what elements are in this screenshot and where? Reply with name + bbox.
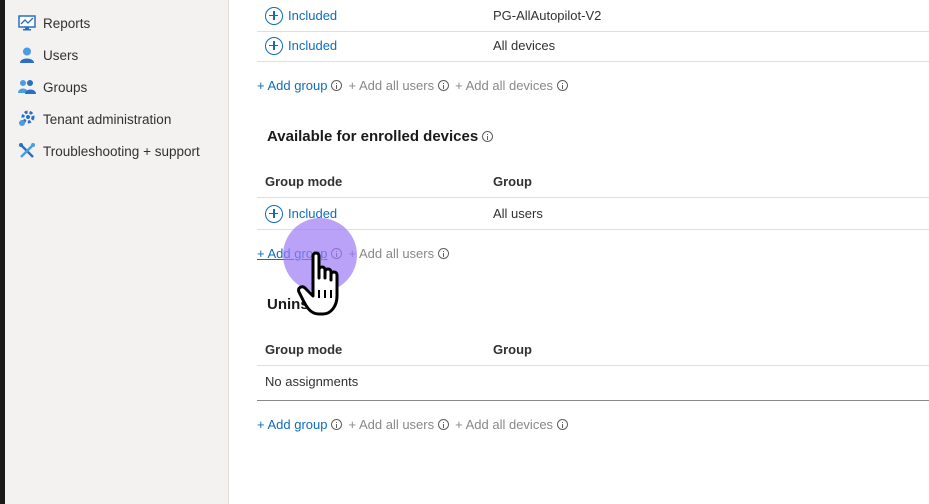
- add-all-devices-button[interactable]: + Add all devices: [455, 417, 569, 432]
- group-name: All users: [493, 206, 543, 221]
- uninstall-section-title: Uninstall: [267, 296, 331, 313]
- group-mode-text: Included: [288, 38, 338, 53]
- reports-icon: [17, 14, 37, 32]
- no-assignments-text: No assignments: [265, 374, 359, 389]
- sidebar-item-tenant-administration[interactable]: Tenant administration: [17, 108, 171, 130]
- info-icon: [438, 248, 450, 259]
- sidebar-item-label: Troubleshooting + support: [43, 143, 200, 159]
- plus-circle-icon: [265, 6, 283, 25]
- add-all-devices-button[interactable]: + Add all devices: [455, 78, 569, 93]
- column-header-group: Group: [493, 174, 532, 189]
- sidebar-item-label: Groups: [43, 79, 88, 95]
- table-row: Included PG-AllAutopilot-V2: [257, 0, 929, 32]
- info-icon: [331, 248, 343, 259]
- groups-icon: [17, 78, 37, 96]
- troubleshooting-icon: [17, 142, 37, 160]
- sidebar-item-users[interactable]: Users: [17, 44, 78, 66]
- info-icon: [557, 419, 569, 430]
- info-icon: [438, 80, 450, 91]
- table-row: Included All devices: [257, 30, 929, 62]
- info-icon: [482, 131, 494, 142]
- available-actions: + Add group + Add all users: [257, 246, 455, 261]
- group-name: PG-AllAutopilot-V2: [493, 8, 602, 23]
- main-content: Included PG-AllAutopilot-V2 Included All…: [230, 0, 929, 504]
- sidebar-item-troubleshooting[interactable]: Troubleshooting + support: [17, 140, 200, 162]
- sidebar-item-label: Reports: [43, 15, 91, 31]
- table-header: Group mode Group: [257, 332, 929, 366]
- info-icon: [438, 419, 450, 430]
- group-mode-text: Included: [288, 206, 338, 221]
- add-all-users-button[interactable]: + Add all users: [348, 417, 450, 432]
- plus-circle-icon: [265, 204, 283, 223]
- add-group-button[interactable]: + Add group: [257, 78, 343, 93]
- group-mode-cell[interactable]: Included: [265, 36, 338, 55]
- group-mode-cell[interactable]: Included: [265, 6, 338, 25]
- table-header: Group mode Group: [257, 164, 929, 198]
- empty-assignments-row: No assignments: [257, 366, 929, 401]
- sidebar-item-reports[interactable]: Reports: [17, 12, 90, 34]
- tenant-admin-icon: [17, 110, 37, 128]
- column-header-group-mode: Group mode: [265, 174, 343, 189]
- group-name: All devices: [493, 38, 556, 53]
- sidebar-item-label: Tenant administration: [43, 111, 172, 127]
- group-mode-text: Included: [288, 8, 338, 23]
- column-header-group: Group: [493, 342, 532, 357]
- table-row: Included All users: [257, 198, 929, 230]
- group-mode-cell[interactable]: Included: [265, 204, 338, 223]
- available-section-title: Available for enrolled devices: [267, 128, 494, 145]
- column-header-group-mode: Group mode: [265, 342, 343, 357]
- users-icon: [17, 46, 37, 64]
- info-icon: [331, 80, 343, 91]
- plus-circle-icon: [265, 36, 283, 55]
- sidebar: Reports Users Groups Tenant administrati…: [5, 0, 229, 504]
- add-all-users-button[interactable]: + Add all users: [348, 78, 450, 93]
- add-group-button[interactable]: + Add group: [257, 246, 343, 261]
- info-icon: [331, 419, 343, 430]
- add-group-button[interactable]: + Add group: [257, 417, 343, 432]
- add-all-users-button[interactable]: + Add all users: [348, 246, 450, 261]
- info-icon: [557, 80, 569, 91]
- required-actions: + Add group + Add all users + Add all de…: [257, 78, 574, 93]
- uninstall-actions: + Add group + Add all users + Add all de…: [257, 417, 574, 432]
- sidebar-item-groups[interactable]: Groups: [17, 76, 87, 98]
- sidebar-item-label: Users: [43, 47, 79, 63]
